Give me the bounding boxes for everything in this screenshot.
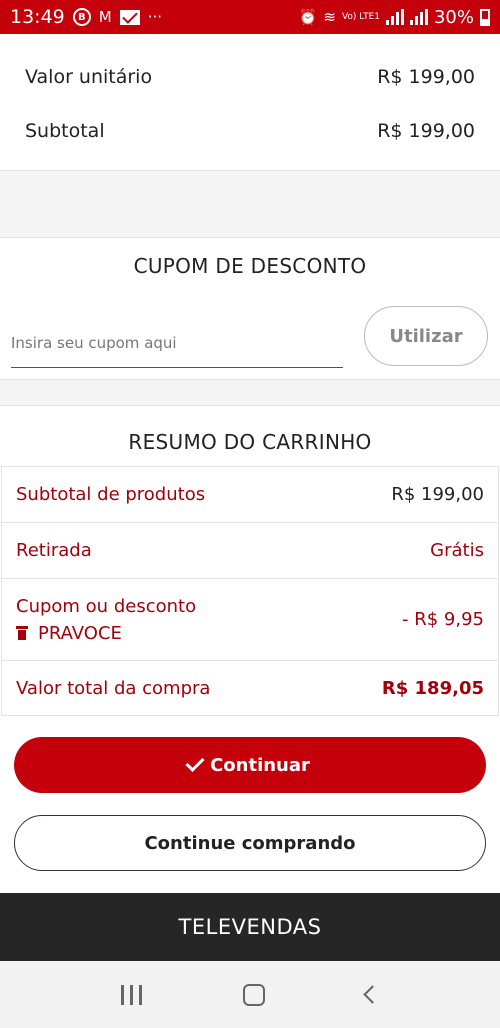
unit-price-label: Valor unitário xyxy=(25,66,153,88)
continue-shopping-button[interactable]: Continue comprando xyxy=(14,815,486,871)
signal-icon-2 xyxy=(409,9,428,25)
item-price-card: Valor unitário R$ 199,00 Subtotal R$ 199… xyxy=(0,34,500,171)
unit-price-value: R$ 199,00 xyxy=(377,66,475,88)
home-icon[interactable] xyxy=(242,983,265,1006)
coupon-input[interactable] xyxy=(11,318,343,368)
more-notifications-icon: ··· xyxy=(147,7,163,26)
subtotal-value: R$ 199,00 xyxy=(377,120,475,142)
back-icon[interactable] xyxy=(363,985,383,1004)
continue-button[interactable]: Continuar xyxy=(14,737,486,793)
total-row: Valor total da compra R$ 189,05 xyxy=(2,661,498,715)
pickup-value: Grátis xyxy=(430,540,484,561)
pickup-row: Retirada Grátis xyxy=(2,523,498,579)
summary-title: RESUMO DO CARRINHO xyxy=(128,430,372,454)
discount-row: Cupom ou desconto PRAVOCE - R$ 9,95 xyxy=(2,579,498,661)
trash-icon[interactable] xyxy=(16,626,28,640)
products-subtotal-label: Subtotal de produtos xyxy=(16,484,206,505)
coupon-title: CUPOM DE DESCONTO xyxy=(133,254,367,278)
continue-button-label: Continuar xyxy=(210,754,310,776)
total-label: Valor total da compra xyxy=(16,677,211,699)
status-bar: 13:49 B M ··· ⏰ ≋ Vo) LTE1 30% xyxy=(0,0,500,34)
b-notification-icon: B xyxy=(72,8,91,26)
televendas-label: TELEVENDAS xyxy=(178,915,322,939)
unit-price-row: Valor unitário R$ 199,00 xyxy=(25,66,475,88)
battery-icon xyxy=(480,8,490,26)
subtotal-row: Subtotal R$ 199,00 xyxy=(25,120,475,142)
android-nav-bar xyxy=(0,961,500,1028)
volte-label: Vo) LTE1 xyxy=(341,11,380,22)
pickup-label: Retirada xyxy=(16,540,92,561)
subtotal-label: Subtotal xyxy=(25,120,105,142)
battery-percent: 30% xyxy=(433,6,474,28)
gmail-icon: M xyxy=(98,7,112,26)
check-icon xyxy=(185,752,205,772)
total-value: R$ 189,05 xyxy=(381,677,484,699)
recent-apps-icon[interactable] xyxy=(120,984,142,1005)
coupon-code: PRAVOCE xyxy=(38,622,122,644)
applied-coupon: PRAVOCE xyxy=(16,623,196,644)
products-subtotal-row: Subtotal de produtos R$ 199,00 xyxy=(2,467,498,523)
signal-icon xyxy=(385,9,404,25)
mail-icon xyxy=(119,9,140,25)
discount-value: - R$ 9,95 xyxy=(402,609,484,630)
apply-coupon-button[interactable]: Utilizar xyxy=(364,306,488,366)
alarm-icon: ⏰ xyxy=(298,7,318,26)
coupon-card: CUPOM DE DESCONTO Utilizar xyxy=(0,237,500,380)
products-subtotal-value: R$ 199,00 xyxy=(391,484,484,505)
status-time: 13:49 xyxy=(10,6,65,28)
summary-table: Subtotal de produtos R$ 199,00 Retirada … xyxy=(1,466,499,716)
wifi-icon: ≋ xyxy=(323,7,336,26)
discount-label: Cupom ou desconto xyxy=(16,595,197,617)
televendas-bar[interactable]: TELEVENDAS xyxy=(0,893,500,961)
